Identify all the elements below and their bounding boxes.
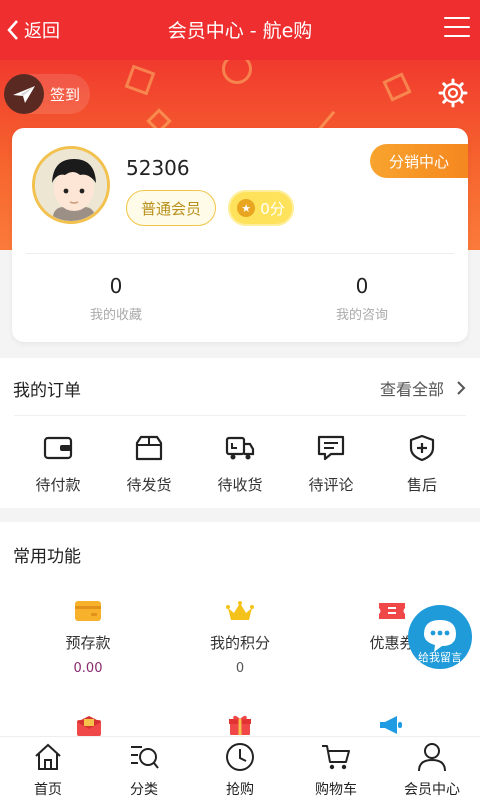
package-icon <box>135 435 163 461</box>
user-icon <box>418 743 446 772</box>
nav-cart[interactable]: 购物车 <box>296 741 376 799</box>
nav-home[interactable]: 首页 <box>8 741 88 799</box>
category-search-icon <box>131 746 159 769</box>
megaphone-icon <box>380 716 402 734</box>
order-item-label: 待发货 <box>126 476 172 494</box>
order-item-label: 待付款 <box>35 476 81 494</box>
star-coin-icon: ★ <box>237 199 256 217</box>
favorites-label: 我的收藏 <box>89 308 142 323</box>
nav-label: 分类 <box>130 782 158 798</box>
points-value: 0分 <box>260 199 285 218</box>
cart-icon <box>322 745 350 770</box>
order-item-label: 待收货 <box>217 476 263 494</box>
username: 52306 <box>126 156 190 180</box>
shield-plus-icon <box>409 434 435 462</box>
view-all-label: 查看全部 <box>379 380 444 399</box>
favorites-count: 0 <box>109 274 123 298</box>
nav-member-center[interactable]: 会员中心 <box>392 741 472 799</box>
paper-plane-icon <box>4 74 44 114</box>
chevron-right-icon <box>457 381 466 395</box>
favorites-stat[interactable]: 0 我的收藏 <box>16 274 216 323</box>
checkin-label: 签到 <box>50 85 81 104</box>
prepaid-balance-item[interactable]: 预存款 0.00 <box>18 600 158 676</box>
wallet-icon <box>43 436 73 460</box>
inquiries-count: 0 <box>355 274 369 298</box>
comment-icon <box>317 435 345 461</box>
order-item-label: 售后 <box>406 476 437 494</box>
bottom-navigation: 首页 分类 抢购 购物车 会员中心 <box>0 736 480 800</box>
page-title: 会员中心 - 航e购 <box>167 20 313 42</box>
coupon-icon <box>379 603 405 619</box>
home-icon <box>35 743 61 770</box>
avatar[interactable] <box>32 146 110 224</box>
leave-message-widget[interactable]: 给我留言 <box>406 604 474 670</box>
card-icon <box>75 601 101 621</box>
order-pending-review[interactable]: 待评论 <box>291 434 371 495</box>
nav-label: 抢购 <box>226 782 254 798</box>
top-bar: 返回 会员中心 - 航e购 <box>0 0 480 60</box>
gift-icon <box>229 715 251 735</box>
order-after-sales[interactable]: 售后 <box>382 434 462 495</box>
functions-title: 常用功能 <box>13 547 81 567</box>
points-badge[interactable]: ★ 0分 <box>228 190 294 226</box>
inquiries-stat[interactable]: 0 我的咨询 <box>262 274 462 323</box>
checkin-button[interactable]: 签到 <box>4 74 91 114</box>
prepaid-value: 0.00 <box>73 661 103 676</box>
nav-label: 购物车 <box>315 782 357 798</box>
inquiries-label: 我的咨询 <box>335 308 388 323</box>
truck-icon <box>225 436 255 460</box>
order-item-label: 待评论 <box>308 476 354 494</box>
distribution-center-button[interactable]: 分销中心 <box>370 144 468 178</box>
clock-icon <box>226 743 254 771</box>
chat-bubble-icon: 给我留言 <box>408 605 472 669</box>
nav-flash-sale[interactable]: 抢购 <box>200 741 280 799</box>
order-pending-receipt[interactable]: 待收货 <box>200 434 280 495</box>
crown-icon <box>226 601 254 620</box>
nav-category[interactable]: 分类 <box>104 741 184 799</box>
orders-section: 我的订单 查看全部 待付款 待发货 待收货 待评论 售后 <box>0 358 480 508</box>
my-points-item[interactable]: 我的积分 0 <box>170 600 310 676</box>
card-divider <box>26 253 454 254</box>
member-level-badge: 普通会员 <box>126 190 216 226</box>
nav-label: 会员中心 <box>404 782 460 798</box>
chat-label: 给我留言 <box>418 651 462 664</box>
gear-icon[interactable] <box>438 78 468 108</box>
orders-divider <box>14 415 466 416</box>
order-pending-payment[interactable]: 待付款 <box>18 434 98 495</box>
view-all-orders-link[interactable]: 查看全部 <box>380 376 466 400</box>
order-pending-shipment[interactable]: 待发货 <box>109 434 189 495</box>
prepaid-label: 预存款 <box>65 634 111 652</box>
envelope-icon <box>77 716 101 736</box>
orders-title: 我的订单 <box>13 381 81 401</box>
points-label: 我的积分 <box>209 634 270 652</box>
menu-icon[interactable] <box>444 17 470 41</box>
nav-label: 首页 <box>34 782 62 798</box>
points-total: 0 <box>235 661 245 676</box>
